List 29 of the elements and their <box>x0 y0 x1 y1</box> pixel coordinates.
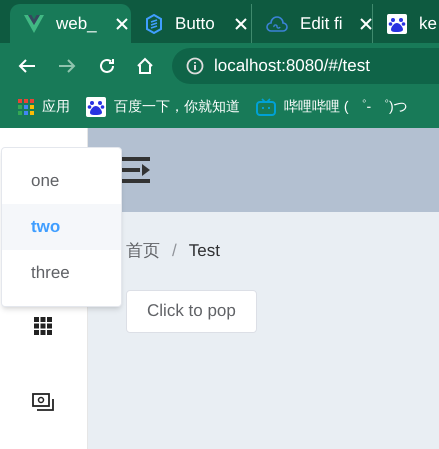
close-icon[interactable] <box>116 18 128 30</box>
info-icon <box>186 56 204 74</box>
grid-icon[interactable] <box>34 317 52 335</box>
tv-icon <box>256 98 276 116</box>
paw-icon <box>387 14 407 34</box>
address-bar[interactable]: localhost:8080/#/test <box>172 48 439 84</box>
photos-icon[interactable] <box>32 393 54 412</box>
url-text: localhost:8080/#/test <box>214 54 370 77</box>
breadcrumb-item: Test <box>188 240 220 262</box>
bookmark[interactable]: 应用 <box>18 96 70 117</box>
close-icon[interactable] <box>235 18 247 30</box>
cloud-icon <box>266 16 288 32</box>
browser-tab[interactable]: web_ <box>10 4 131 43</box>
bookmark[interactable]: 百度一下，你就知道 <box>86 96 240 117</box>
dropdown-item[interactable]: three <box>2 250 121 296</box>
forward-icon[interactable] <box>58 58 76 74</box>
breadcrumb-item[interactable]: 首页 <box>126 238 160 264</box>
apps-grid-icon <box>18 98 34 114</box>
paw-icon <box>86 96 106 116</box>
dropdown-item[interactable]: one <box>2 158 121 204</box>
v-logo-icon <box>24 14 44 32</box>
reload-icon[interactable] <box>98 56 116 74</box>
home-icon[interactable] <box>136 56 154 74</box>
close-icon[interactable] <box>360 18 372 30</box>
back-icon[interactable] <box>18 58 36 74</box>
bookmark[interactable]: 哔哩哔哩 ( ゜- ゜)つ <box>256 96 408 117</box>
breadcrumb-separator: / <box>172 240 177 262</box>
pop-button[interactable]: Click to pop <box>126 290 257 332</box>
hexagon-icon <box>145 14 163 34</box>
